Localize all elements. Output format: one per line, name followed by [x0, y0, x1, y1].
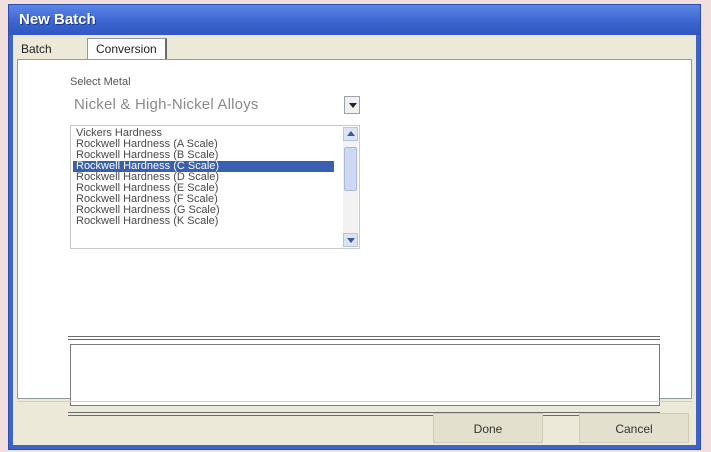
- list-scrollbar[interactable]: [343, 127, 358, 247]
- divider: [68, 415, 660, 416]
- tab-strip: Batch Conversion: [13, 35, 696, 60]
- scroll-up-icon[interactable]: [343, 127, 358, 141]
- select-metal-label: Select Metal: [70, 76, 131, 88]
- scroll-thumb[interactable]: [344, 147, 357, 191]
- tab-batch[interactable]: Batch: [15, 40, 58, 59]
- conversion-result-box[interactable]: [70, 344, 660, 406]
- scroll-down-icon[interactable]: [343, 233, 358, 247]
- list-item[interactable]: Rockwell Hardness (K Scale): [73, 216, 334, 227]
- hardness-scale-list[interactable]: Vickers Hardness Rockwell Hardness (A Sc…: [70, 125, 360, 249]
- done-button[interactable]: Done: [433, 413, 543, 443]
- chevron-down-icon[interactable]: [344, 96, 360, 114]
- divider: [68, 412, 660, 413]
- dialog-client-area: Batch Conversion Select Metal Nickel & H…: [13, 35, 696, 445]
- cancel-button[interactable]: Cancel: [579, 413, 689, 443]
- divider: [68, 336, 660, 337]
- metal-select[interactable]: Nickel & High-Nickel Alloys: [70, 95, 360, 117]
- divider: [68, 339, 660, 340]
- tab-conversion[interactable]: Conversion: [87, 38, 167, 60]
- footer-separator: [17, 401, 692, 402]
- new-batch-window: New Batch Batch Conversion Select Metal …: [8, 4, 701, 450]
- title-bar[interactable]: New Batch: [9, 5, 700, 35]
- metal-select-value: Nickel & High-Nickel Alloys: [74, 96, 259, 113]
- window-title: New Batch: [19, 11, 96, 28]
- conversion-panel: Select Metal Nickel & High-Nickel Alloys…: [17, 59, 692, 416]
